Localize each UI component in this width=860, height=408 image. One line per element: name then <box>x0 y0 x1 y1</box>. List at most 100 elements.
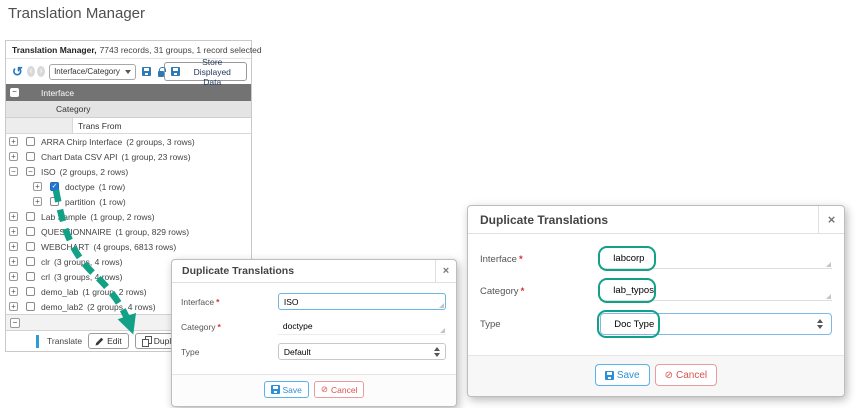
toolbar: ↺ ‹ › Interface/Category Store Displayed… <box>6 59 251 84</box>
expander-icon[interactable]: + <box>33 182 42 191</box>
translate-accent-bar <box>36 335 39 348</box>
required-asterisk: * <box>216 297 219 307</box>
dialog-body: Interface* labcorp Category* lab_typos T… <box>468 234 844 355</box>
row-label: QUESTIONNAIRE <box>41 227 111 237</box>
tree-row[interactable]: + QUESTIONNAIRE (1 group, 829 rows) <box>6 224 251 239</box>
refresh-icon[interactable]: ↺ <box>12 66 23 78</box>
category-input[interactable]: lab_typos <box>600 281 832 301</box>
row-count: (1 group, 829 rows) <box>115 227 189 237</box>
row-count: (3 groups, 4 rows) <box>54 272 123 282</box>
previous-icon[interactable]: ‹ <box>27 66 35 77</box>
row-count: (2 groups, 2 rows) <box>60 167 129 177</box>
row-checkbox[interactable] <box>26 257 35 266</box>
select-arrows-icon <box>434 347 440 357</box>
expander-icon[interactable]: + <box>9 302 18 311</box>
interface-input[interactable]: ISO <box>278 293 446 310</box>
interface-field-row: Interface* ISO <box>181 293 446 310</box>
row-count: (1 group, 2 rows) <box>90 212 154 222</box>
required-asterisk: * <box>218 322 221 332</box>
tree-row[interactable]: + partition (1 row) <box>6 194 251 209</box>
page-title: Translation Manager <box>8 5 145 22</box>
close-icon[interactable]: × <box>818 206 844 233</box>
save-button[interactable]: Save <box>264 381 309 398</box>
row-checkbox[interactable] <box>26 227 35 236</box>
panel-status-title: Translation Manager, <box>12 45 97 55</box>
column-header-trans-from: Trans From <box>6 118 251 134</box>
expander-icon[interactable]: + <box>9 227 18 236</box>
panel-status-counts: 7743 records, 31 groups, 1 record select… <box>100 45 262 55</box>
column-header-interface: − Interface <box>6 84 251 101</box>
save-icon <box>171 67 180 76</box>
collapse-icon[interactable]: − <box>10 318 20 328</box>
resize-grip-icon[interactable] <box>826 262 831 267</box>
tree-row[interactable]: + Lab Sample (1 group, 2 rows) <box>6 209 251 224</box>
tree-row[interactable]: + Chart Data CSV API (1 group, 23 rows) <box>6 149 251 164</box>
category-label: Category* <box>181 322 278 332</box>
expander-icon[interactable]: + <box>9 242 18 251</box>
row-checkbox[interactable] <box>26 302 35 311</box>
duplicate-translations-dialog: Duplicate Translations × Interface* ISO … <box>171 259 457 407</box>
row-checkbox[interactable]: − <box>26 167 35 176</box>
expander-icon[interactable]: + <box>9 287 18 296</box>
save-icon[interactable] <box>142 67 151 76</box>
type-label: Type <box>480 319 600 330</box>
row-count: (1 group, 2 rows) <box>82 287 146 297</box>
row-count: (1 row) <box>99 182 125 192</box>
tree-row[interactable]: − − ISO (2 groups, 2 rows) <box>6 164 251 179</box>
store-displayed-data-button[interactable]: Store Displayed Data <box>164 62 247 81</box>
type-label: Type <box>181 347 278 357</box>
row-label: demo_lab2 <box>41 302 83 312</box>
expander-icon[interactable]: − <box>9 167 18 176</box>
row-checkbox[interactable] <box>26 137 35 146</box>
row-count: (2 groups, 3 rows) <box>126 137 195 147</box>
select-arrows-icon <box>817 319 823 329</box>
row-checkbox[interactable] <box>26 287 35 296</box>
row-label: crl <box>41 272 50 282</box>
tree-row[interactable]: + ✓ doctype (1 row) <box>6 179 251 194</box>
row-checkbox[interactable] <box>26 242 35 251</box>
expander-icon[interactable]: + <box>9 257 18 266</box>
resize-grip-icon[interactable] <box>439 303 444 308</box>
view-mode-value: Interface/Category <box>54 67 120 76</box>
save-button[interactable]: Save <box>595 364 650 386</box>
category-input[interactable]: doctype <box>278 318 446 335</box>
tree-row[interactable]: + WEBCHART (4 groups, 6813 rows) <box>6 239 251 254</box>
expander-icon[interactable]: + <box>9 272 18 281</box>
type-select[interactable]: Doc Type <box>600 313 832 335</box>
row-label: Lab Sample <box>41 212 86 222</box>
row-label: Chart Data CSV API <box>41 152 118 162</box>
translate-label[interactable]: Translate <box>47 336 82 346</box>
save-icon <box>271 385 280 394</box>
row-checkbox[interactable] <box>26 272 35 281</box>
row-checkbox[interactable]: ✓ <box>50 182 59 191</box>
expander-icon[interactable]: + <box>33 197 42 206</box>
resize-grip-icon[interactable] <box>826 294 831 299</box>
cancel-button[interactable]: ⊘ Cancel <box>655 364 718 386</box>
expander-icon[interactable]: + <box>9 152 18 161</box>
row-checkbox[interactable] <box>26 212 35 221</box>
edit-button[interactable]: Edit <box>88 333 129 349</box>
dialog-title: Duplicate Translations <box>480 213 608 227</box>
interface-label: Interface* <box>181 297 278 307</box>
dialog-header: Duplicate Translations × <box>172 260 456 283</box>
resize-grip-icon[interactable] <box>440 328 445 333</box>
type-select[interactable]: Default <box>278 343 446 360</box>
row-checkbox[interactable] <box>50 197 59 206</box>
cancel-button[interactable]: ⊘ Cancel <box>314 381 365 398</box>
collapse-all-icon[interactable]: − <box>10 88 19 97</box>
interface-column-label: Interface <box>41 88 74 98</box>
expander-icon[interactable]: + <box>9 137 18 146</box>
row-count: (2 groups, 4 rows) <box>87 302 156 312</box>
interface-field-row: Interface* labcorp <box>480 249 832 269</box>
next-icon[interactable]: › <box>37 66 45 77</box>
cancel-icon: ⊘ <box>321 384 328 395</box>
row-count: (4 groups, 6813 rows) <box>94 242 177 252</box>
close-icon[interactable]: × <box>435 260 456 282</box>
dialog-title: Duplicate Translations <box>182 265 294 277</box>
expander-icon[interactable]: + <box>9 212 18 221</box>
tree-row[interactable]: + ARRA Chirp Interface (2 groups, 3 rows… <box>6 134 251 149</box>
row-checkbox[interactable] <box>26 152 35 161</box>
view-mode-select[interactable]: Interface/Category <box>49 64 136 80</box>
interface-input[interactable]: labcorp <box>600 249 832 269</box>
lock-icon[interactable] <box>158 71 165 77</box>
